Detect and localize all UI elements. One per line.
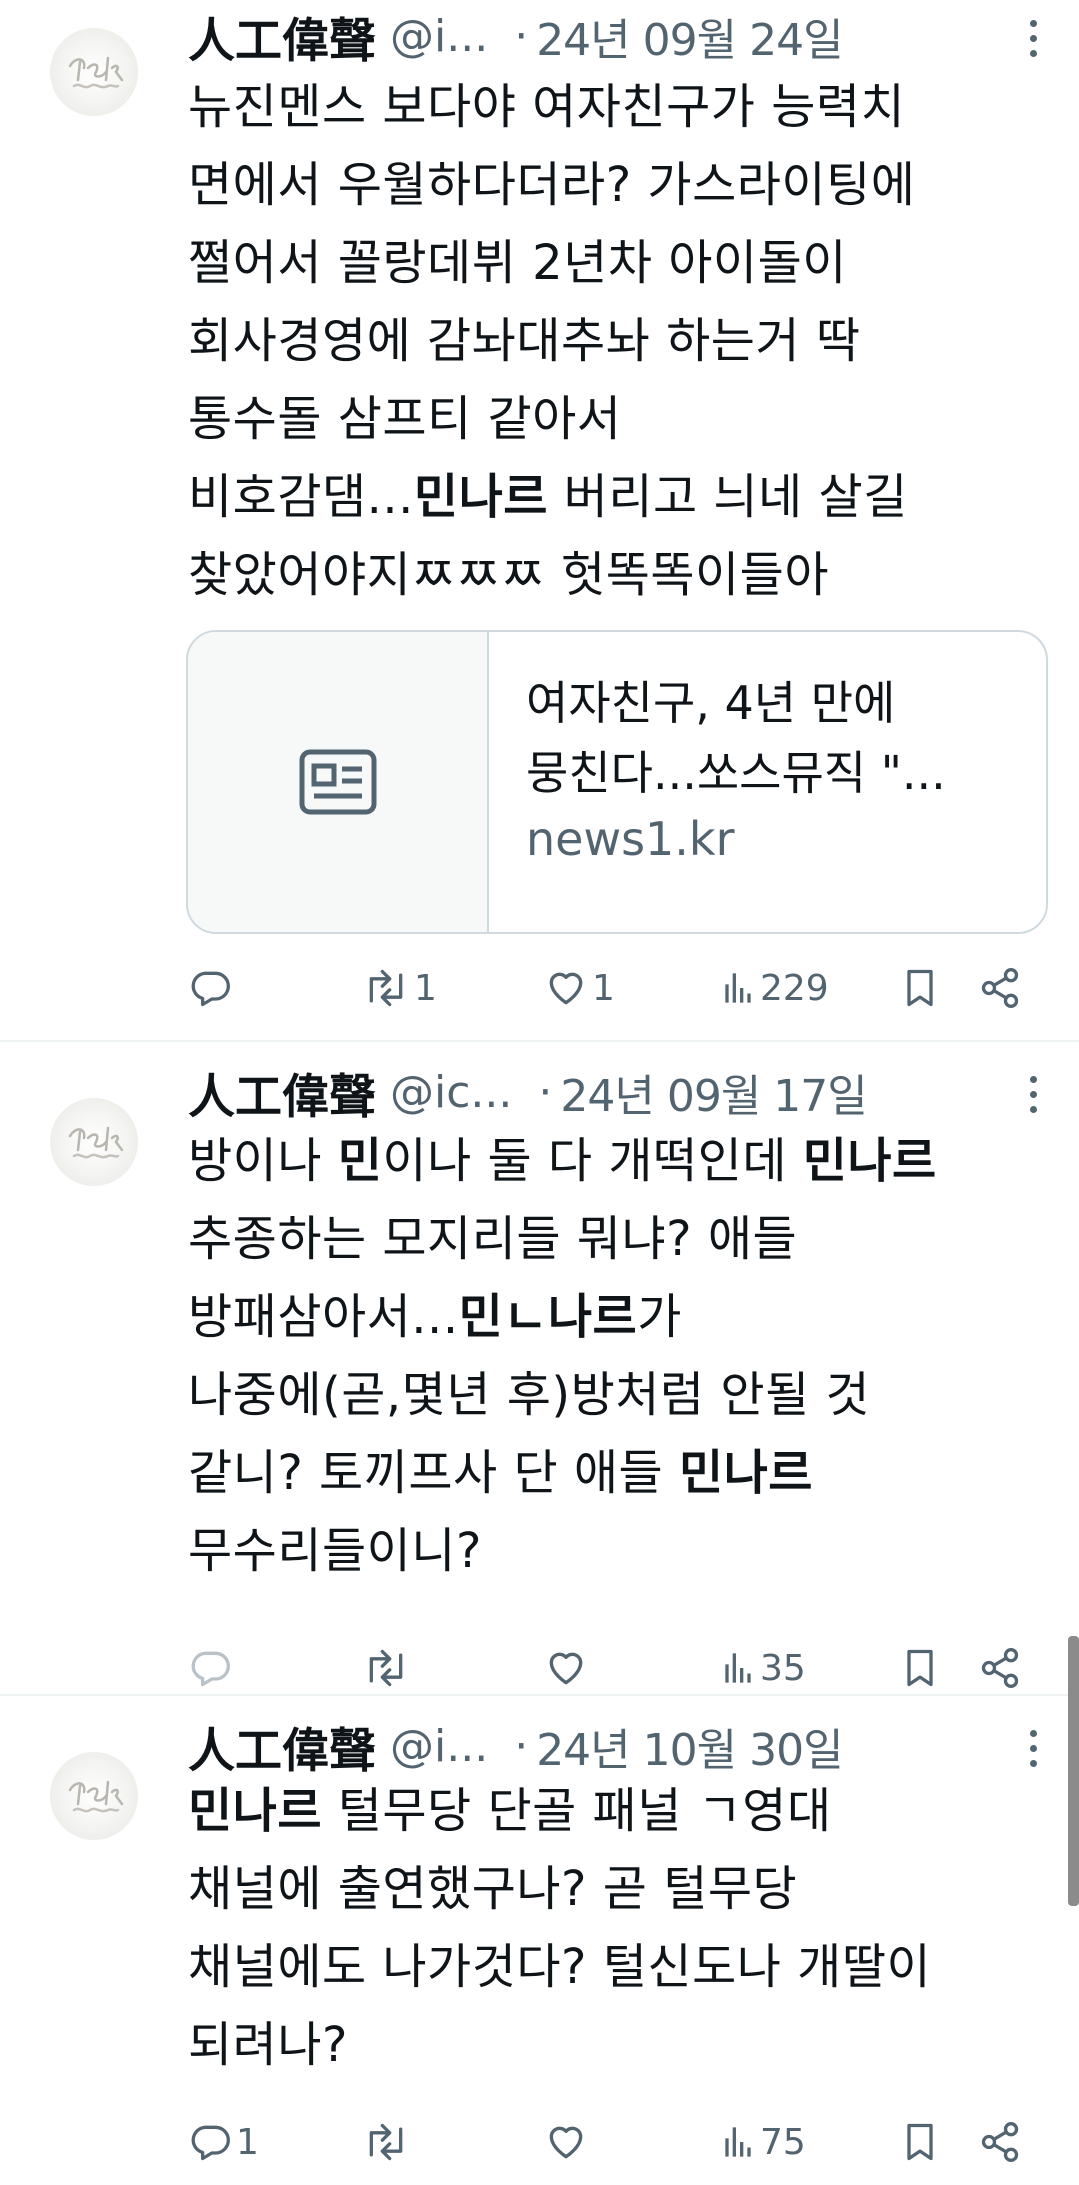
bookmark-button[interactable] bbox=[900, 958, 940, 1018]
reply-icon bbox=[191, 2125, 230, 2161]
link-preview-card[interactable]: 여자친구, 4년 만에 뭉친다...쏘스뮤직 "... news1.kr bbox=[186, 630, 1048, 934]
share-button[interactable] bbox=[978, 2112, 1022, 2172]
display-name[interactable]: 人工偉聲 bbox=[188, 2, 376, 71]
scrollbar[interactable] bbox=[1068, 1636, 1079, 1906]
tweet-divider bbox=[0, 1040, 1079, 1042]
bookmark-icon bbox=[907, 1649, 933, 1687]
repost-button[interactable]: 1 bbox=[362, 958, 437, 1018]
repost-icon bbox=[369, 2123, 403, 2161]
separator-dot: · bbox=[538, 1066, 553, 1118]
repost-icon bbox=[369, 1649, 403, 1687]
views-chart-icon bbox=[725, 2127, 751, 2157]
tweet-date[interactable]: 24년 09월 24일 bbox=[536, 4, 843, 68]
views-count: 75 bbox=[760, 2121, 806, 2163]
bookmark-button[interactable] bbox=[900, 1638, 940, 1698]
tweet-divider bbox=[0, 1694, 1079, 1696]
user-handle[interactable]: @ic... bbox=[390, 1067, 512, 1118]
share-button[interactable] bbox=[978, 1638, 1022, 1698]
share-icon bbox=[981, 968, 1019, 1008]
share-button[interactable] bbox=[978, 958, 1022, 1018]
bookmark-button[interactable] bbox=[900, 2112, 940, 2172]
highlighted-term: 민나르 bbox=[802, 1133, 937, 1189]
reply-button[interactable] bbox=[188, 1638, 236, 1698]
tweet-text-run: 방이나 bbox=[188, 1133, 338, 1189]
views-count: 229 bbox=[760, 967, 829, 1009]
heart-icon bbox=[549, 972, 583, 1005]
reply-button[interactable] bbox=[188, 958, 236, 1018]
like-button[interactable] bbox=[544, 2112, 592, 2172]
avatar[interactable] bbox=[50, 28, 138, 116]
highlighted-term: 민나르 bbox=[678, 1445, 813, 1501]
highlighted-term: 민ㄴ나르 bbox=[458, 1289, 638, 1345]
card-domain: news1.kr bbox=[526, 812, 735, 866]
tweet-actions: 1 75 bbox=[188, 2112, 1038, 2172]
like-button[interactable]: 1 bbox=[544, 958, 615, 1018]
display-name[interactable]: 人工偉聲 bbox=[188, 1058, 376, 1127]
tweet-text: 방이나 민이나 둘 다 개떡인데 민나르 추종하는 모지리들 뭐냐? 애들 방패… bbox=[188, 1122, 1048, 1590]
card-thumbnail bbox=[188, 632, 489, 932]
repost-button[interactable] bbox=[362, 1638, 414, 1698]
separator-dot: · bbox=[514, 10, 529, 62]
views-chart-icon bbox=[725, 973, 751, 1003]
tweet-date[interactable]: 24년 10월 30일 bbox=[536, 1714, 843, 1778]
display-name[interactable]: 人工偉聲 bbox=[188, 1712, 376, 1781]
reply-button[interactable]: 1 bbox=[188, 2112, 259, 2172]
article-icon bbox=[299, 749, 377, 815]
views-button[interactable]: 229 bbox=[720, 958, 829, 1018]
separator-dot: · bbox=[514, 1720, 529, 1772]
bookmark-icon bbox=[907, 969, 933, 1007]
bookmark-icon bbox=[907, 2123, 933, 2161]
heart-icon bbox=[549, 2126, 583, 2159]
tweet-header: 人工偉聲 @i... · 24년 10월 30일 bbox=[188, 1714, 844, 1778]
repost-button[interactable] bbox=[362, 2112, 414, 2172]
reply-icon bbox=[191, 971, 230, 1007]
tweet-date[interactable]: 24년 09월 17일 bbox=[560, 1060, 867, 1124]
more-vertical-icon[interactable] bbox=[1027, 1076, 1039, 1122]
tweet-text-run: 뉴진멘스 보다야 여자친구가 능력치 면에서 우월하다더라? 가스라이팅에 쩔어… bbox=[188, 79, 916, 525]
more-vertical-icon[interactable] bbox=[1027, 1730, 1039, 1776]
reply-count: 1 bbox=[236, 2121, 259, 2163]
tweet-text: 민나르 털무당 단골 패널 ㄱ영대 채널에 출연했구나? 곧 털무당 채널에도 … bbox=[188, 1772, 1048, 2084]
tweet-text-run: 무수리들이니? bbox=[188, 1523, 482, 1579]
views-count: 35 bbox=[760, 1647, 806, 1689]
card-title: 여자친구, 4년 만에 뭉친다...쏘스뮤직 "... bbox=[526, 676, 946, 800]
heart-icon bbox=[549, 1652, 583, 1685]
repost-icon bbox=[369, 969, 403, 1007]
views-chart-icon bbox=[725, 1653, 751, 1683]
tweet-header: 人工偉聲 @i... · 24년 09월 24일 bbox=[188, 4, 844, 68]
tweet-actions: 1 1 229 bbox=[188, 958, 1038, 1018]
user-handle[interactable]: @i... bbox=[390, 1721, 488, 1772]
tweet-text-run: 이나 둘 다 개떡인데 bbox=[382, 1133, 803, 1189]
more-vertical-icon[interactable] bbox=[1027, 20, 1039, 66]
highlighted-term: 민나르 bbox=[188, 1783, 322, 1839]
avatar[interactable] bbox=[50, 1752, 138, 1840]
highlighted-term: 민나르 bbox=[413, 469, 548, 525]
tweet-text: 뉴진멘스 보다야 여자친구가 능력치 면에서 우월하다더라? 가스라이팅에 쩔어… bbox=[188, 68, 1048, 614]
avatar[interactable] bbox=[50, 1098, 138, 1186]
like-button[interactable] bbox=[544, 1638, 592, 1698]
share-icon bbox=[981, 2122, 1019, 2162]
repost-count: 1 bbox=[414, 967, 437, 1009]
reply-icon bbox=[191, 1651, 230, 1687]
share-icon bbox=[981, 1648, 1019, 1688]
views-button[interactable]: 75 bbox=[720, 2112, 806, 2172]
user-handle[interactable]: @i... bbox=[390, 11, 488, 62]
views-button[interactable]: 35 bbox=[720, 1638, 806, 1698]
highlighted-term: 민 bbox=[337, 1133, 383, 1189]
tweet-actions: 35 bbox=[188, 1638, 1038, 1698]
tweet-header: 人工偉聲 @ic... · 24년 09월 17일 bbox=[188, 1060, 868, 1124]
like-count: 1 bbox=[592, 967, 615, 1009]
